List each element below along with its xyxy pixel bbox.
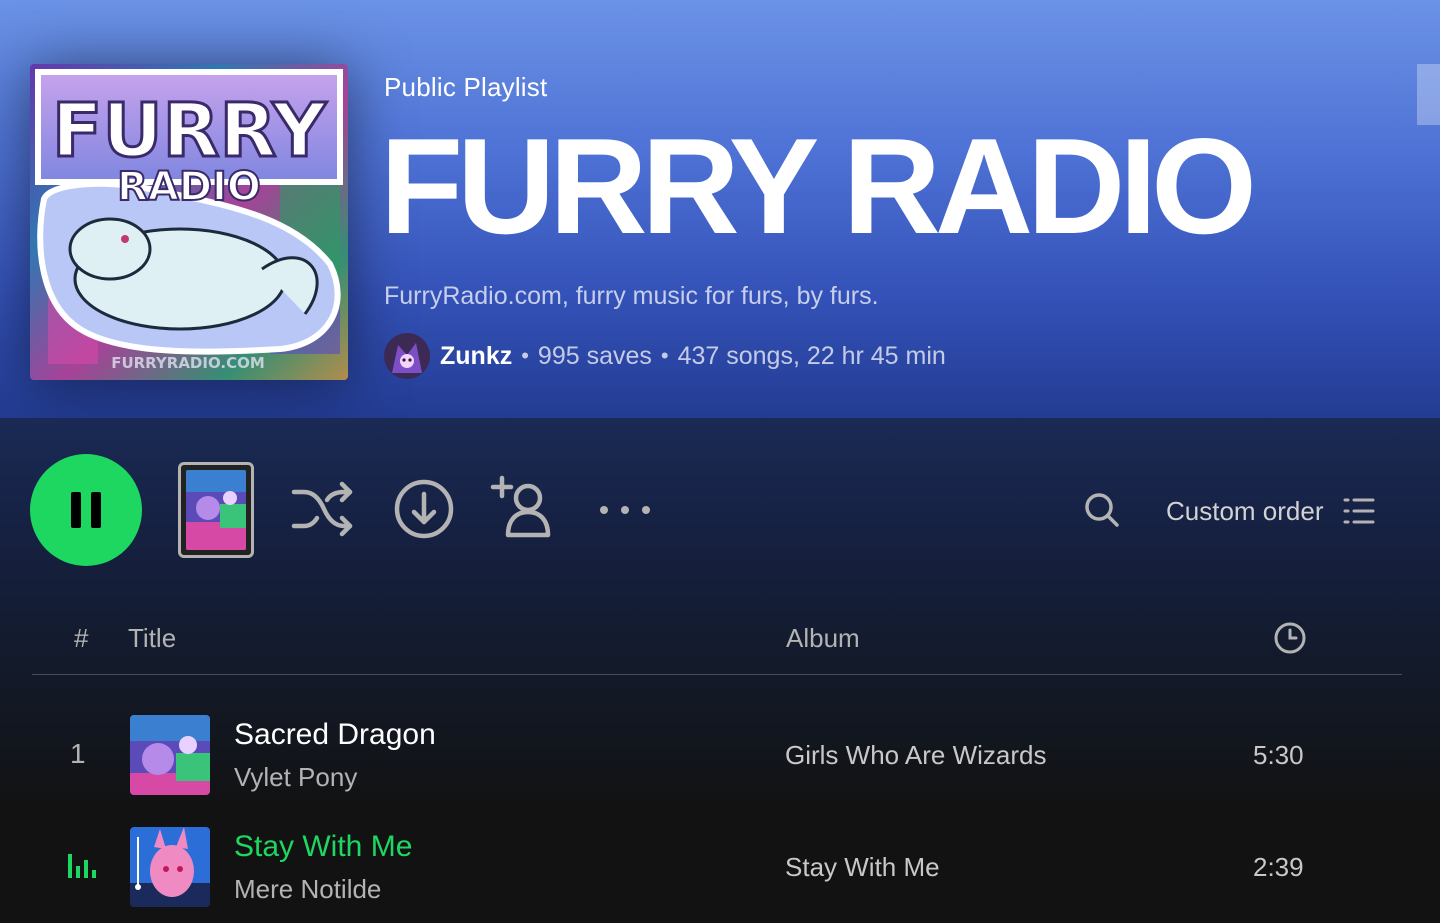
track-thumbnail	[130, 827, 210, 907]
track-artist[interactable]: Mere Notilde	[234, 874, 381, 905]
track-title[interactable]: Sacred Dragon	[234, 718, 436, 752]
track-table-header: # Title Album	[32, 605, 1402, 675]
track-artist[interactable]: Vylet Pony	[234, 762, 357, 793]
cover-watermark: FURRYRADIO.COM	[111, 354, 265, 372]
more-icon	[600, 506, 650, 514]
track-album[interactable]: Stay With Me	[785, 852, 940, 883]
sort-order-label: Custom order	[1166, 495, 1324, 526]
meta-separator: •	[521, 343, 529, 368]
column-duration[interactable]	[1273, 621, 1307, 662]
playlist-meta: Zunkz • 995 saves • 437 songs, 22 hr 45 …	[384, 332, 946, 380]
list-icon	[1343, 498, 1374, 524]
playlist-description: FurryRadio.com, furry music for furs, by…	[384, 282, 879, 310]
owner-name[interactable]: Zunkz	[440, 342, 512, 371]
track-row[interactable]: 1 Sacred Dragon Vylet Pony Girls Who Are…	[32, 704, 1402, 804]
cover-line2: RADIO	[117, 164, 261, 210]
playlist-title[interactable]: FURRY RADIO	[380, 118, 1257, 254]
clock-icon	[1274, 622, 1306, 654]
more-options-button[interactable]	[598, 496, 654, 529]
search-in-playlist-button[interactable]	[1082, 490, 1122, 535]
track-album[interactable]: Girls Who Are Wizards	[785, 740, 1047, 771]
track-duration: 2:39	[1253, 852, 1304, 882]
playlist-type-label: Public Playlist	[384, 72, 548, 102]
track-thumbnail	[130, 715, 210, 795]
search-icon	[1085, 493, 1119, 527]
playlist-summary: 437 songs, 22 hr 45 min	[677, 341, 946, 370]
shuffle-icon	[291, 481, 353, 537]
playlist-page: FURRY RADIO FURRYRADIO.COM Public Playli…	[0, 0, 1440, 923]
track-title[interactable]: Stay With Me	[234, 830, 412, 864]
track-row[interactable]: Stay With Me Mere Notilde Stay With Me 2…	[32, 816, 1402, 916]
download-button[interactable]	[393, 478, 455, 545]
download-icon	[394, 479, 454, 539]
shuffle-button[interactable]	[290, 478, 354, 545]
playlist-preview-thumbnail[interactable]	[178, 462, 254, 558]
sort-order-button[interactable]: Custom order	[1166, 490, 1376, 532]
track-number: 1	[70, 738, 86, 769]
playlist-cover[interactable]: FURRY RADIO FURRYRADIO.COM	[30, 64, 348, 380]
column-title[interactable]: Title	[128, 623, 176, 654]
scrollbar-thumb[interactable]	[1417, 64, 1440, 125]
preview-art	[186, 470, 246, 550]
track-duration: 5:30	[1253, 740, 1304, 770]
column-album[interactable]: Album	[786, 623, 860, 654]
owner-avatar[interactable]	[384, 333, 430, 379]
saves-count: 995 saves	[537, 341, 652, 370]
pause-button[interactable]	[30, 454, 142, 566]
cover-art: FURRY RADIO FURRYRADIO.COM	[30, 64, 348, 380]
playlist-header: FURRY RADIO FURRYRADIO.COM Public Playli…	[0, 0, 1440, 418]
add-collaborator-button[interactable]	[490, 474, 558, 545]
equalizer-icon	[66, 850, 96, 885]
add-user-icon	[490, 475, 551, 538]
pause-icon	[66, 492, 106, 528]
meta-separator: •	[660, 343, 669, 368]
cover-line1: FURRY	[52, 88, 328, 174]
column-number: #	[74, 623, 89, 653]
